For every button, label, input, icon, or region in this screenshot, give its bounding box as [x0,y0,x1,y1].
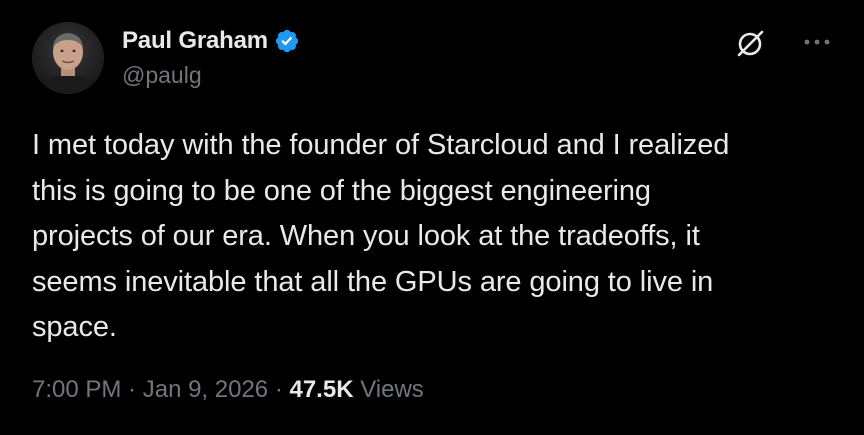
author-handle[interactable]: @paulg [122,62,202,89]
verified-badge-icon[interactable] [274,28,300,54]
tweet-date[interactable]: Jan 9, 2026 [143,376,268,404]
more-dots-icon [804,39,830,45]
author-name-row: Paul Graham [122,26,300,56]
author-display-name[interactable]: Paul Graham [122,27,268,55]
tweet-meta: 7:00 PM · Jan 9, 2026 · 47.5K Views [32,376,424,404]
views-label: Views [353,376,424,403]
tweet-time[interactable]: 7:00 PM [32,376,121,404]
tweet-card: Paul Graham @paulg I met today with the … [0,0,864,435]
tweet-text: I met today with the founder of Starclou… [32,129,730,343]
grok-icon[interactable] [733,26,767,60]
meta-separator: · [268,376,290,403]
meta-separator: · [121,376,143,403]
author-avatar[interactable] [32,22,104,94]
views-count[interactable]: 47.5K [289,376,353,404]
more-options-button[interactable] [800,28,834,56]
avatar-photo-icon [32,22,104,94]
